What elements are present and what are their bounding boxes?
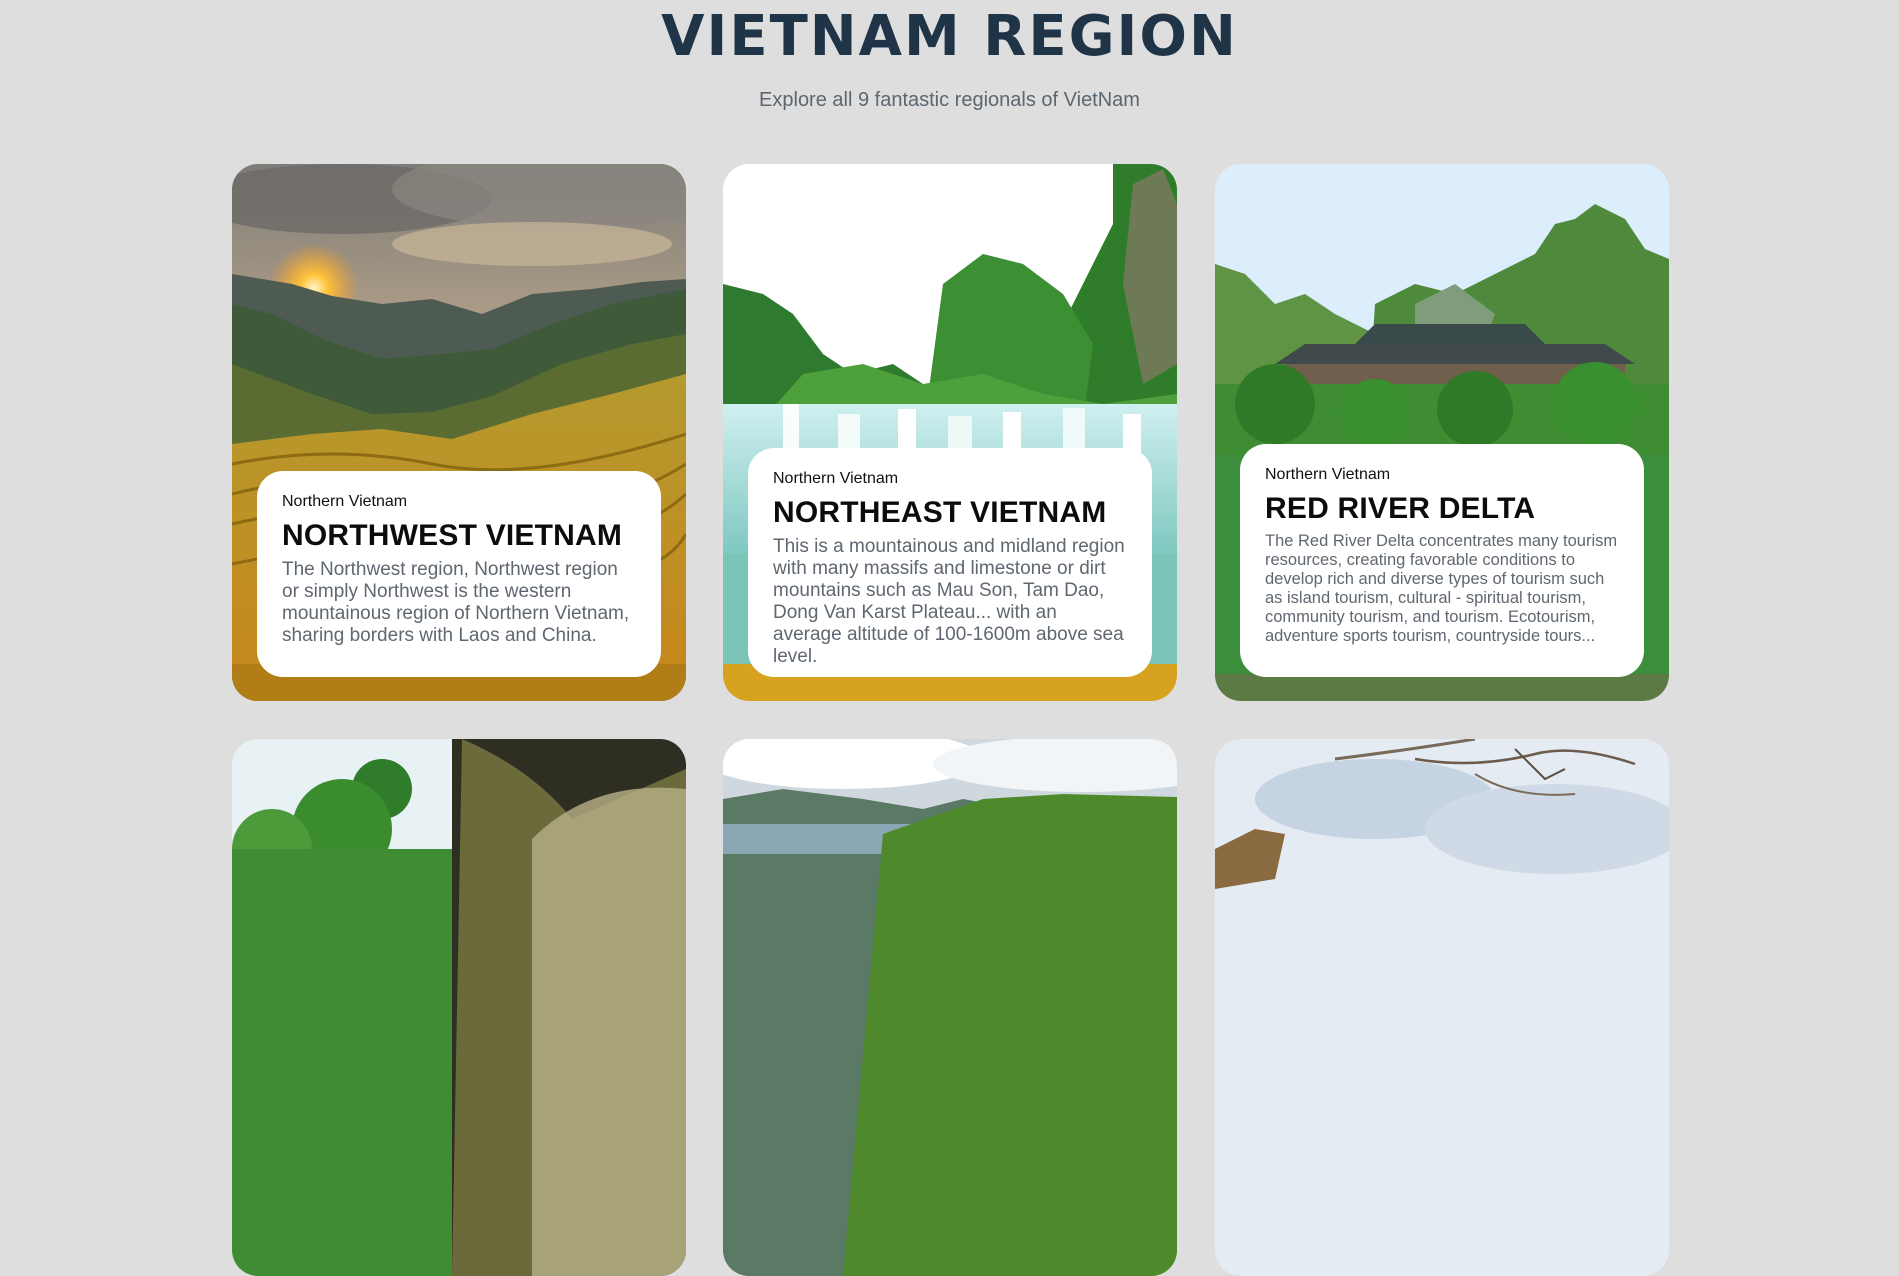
region-card-northeast[interactable]: Northern Vietnam NORTHEAST VIETNAM This …	[723, 164, 1177, 701]
page-subtitle: Explore all 9 fantastic regionals of Vie…	[759, 89, 1140, 111]
card-description: This is a mountainous and midland region…	[773, 536, 1125, 667]
card-info-panel: Northern Vietnam NORTHEAST VIETNAM This …	[748, 448, 1152, 677]
region-image	[1215, 739, 1669, 1276]
page-title: VIETNAM REGION	[661, 4, 1238, 69]
region-image	[723, 739, 1177, 1276]
region-card[interactable]	[1215, 739, 1669, 1276]
card-title[interactable]: NORTHWEST VIETNAM	[282, 519, 636, 553]
card-region-label: Northern Vietnam	[1265, 466, 1391, 483]
region-card[interactable]	[232, 739, 686, 1276]
card-description: The Red River Delta concentrates many to…	[1265, 532, 1618, 645]
card-title[interactable]: RED RIVER DELTA	[1265, 492, 1619, 526]
card-info-panel: Northern Vietnam NORTHWEST VIETNAM The N…	[257, 471, 661, 677]
card-region-label: Northern Vietnam	[773, 470, 899, 487]
region-card[interactable]	[723, 739, 1177, 1276]
region-card-red-river-delta[interactable]: Northern Vietnam RED RIVER DELTA The Red…	[1215, 164, 1669, 701]
card-title[interactable]: NORTHEAST VIETNAM	[773, 496, 1127, 530]
card-region-label: Northern Vietnam	[282, 493, 408, 510]
card-description: The Northwest region, Northwest region o…	[282, 559, 630, 646]
card-info-panel: Northern Vietnam RED RIVER DELTA The Red…	[1240, 444, 1644, 677]
region-image	[232, 739, 686, 1276]
region-card-northwest[interactable]: Northern Vietnam NORTHWEST VIETNAM The N…	[232, 164, 686, 701]
